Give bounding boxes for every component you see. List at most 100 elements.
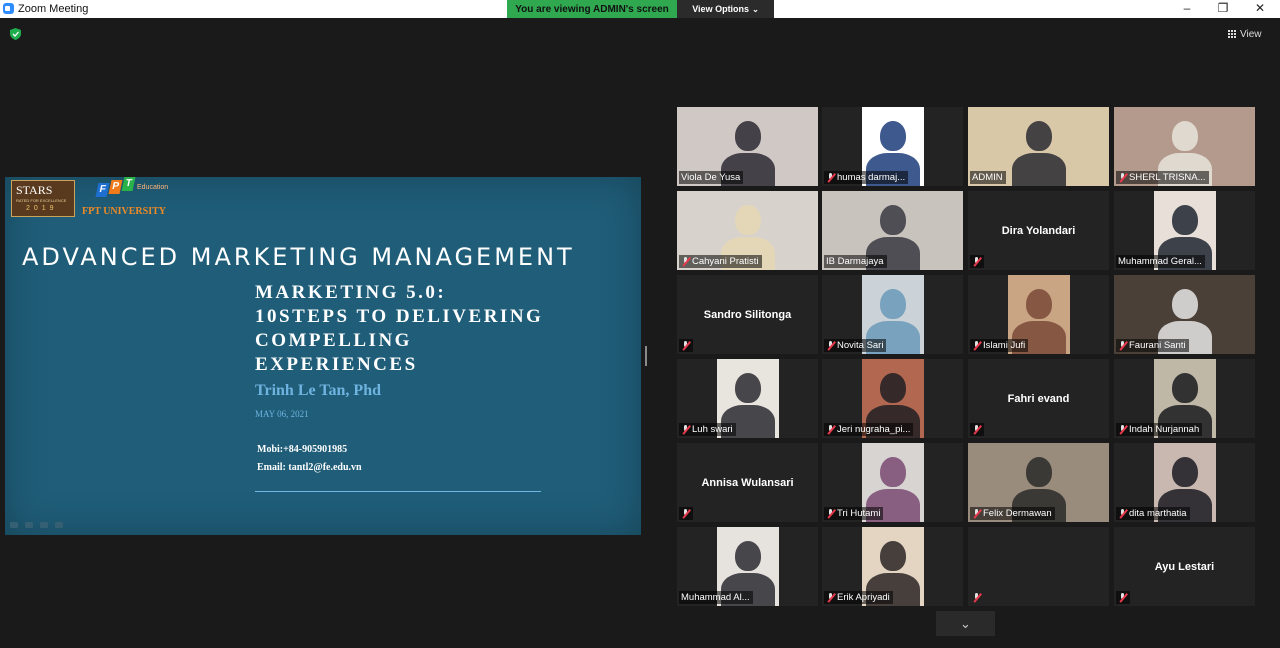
participant-tile[interactable]: Islami Jufi (968, 275, 1109, 354)
participant-name: Faurani Santi (1129, 340, 1186, 351)
participant-tile[interactable]: SHERL TRISNA... (1114, 107, 1255, 186)
slide-toolbar[interactable] (10, 522, 63, 528)
gallery-view-button[interactable]: View (1228, 25, 1274, 43)
participant-name-center: Ayu Lestari (1154, 560, 1215, 573)
participant-name-label: dita marthatia (1116, 507, 1190, 520)
person-silhouette-head (1171, 373, 1198, 403)
muted-mic-icon (681, 424, 690, 435)
participant-name: Viola De Yusa (681, 172, 741, 183)
muted-mic-icon (826, 424, 835, 435)
participant-name: ADMIN (972, 172, 1003, 183)
participant-tile[interactable]: Luh swari (677, 359, 818, 438)
slide-date: MAY 06, 2021 (255, 409, 309, 419)
slide-divider-line (255, 491, 541, 492)
participant-tile[interactable]: Fahri evand (968, 359, 1109, 438)
split-view-drag-handle[interactable] (645, 346, 647, 366)
muted-mic-icon (681, 256, 690, 267)
participant-tile[interactable]: Ayu Lestari (1114, 527, 1255, 606)
participant-name-label: Muhammad Al... (679, 591, 753, 604)
muted-mic-icon (972, 256, 981, 267)
pen-icon[interactable] (25, 522, 33, 528)
slide-title: ADVANCED MARKETING MANAGEMENT (22, 243, 575, 271)
close-icon[interactable]: ✕ (1245, 1, 1275, 15)
minimize-icon[interactable]: – (1172, 1, 1202, 15)
participant-name: dita marthatia (1129, 508, 1187, 519)
next-slide-icon[interactable] (55, 522, 63, 528)
subtitle-line: MARKETING 5.0: (255, 282, 447, 303)
participant-name-label (679, 339, 693, 352)
grid-icon (1228, 30, 1236, 38)
participant-tile[interactable]: Tri Hutami (822, 443, 963, 522)
person-silhouette-head (734, 121, 761, 151)
participant-name-label: humas darmaj... (824, 171, 909, 184)
participant-tile[interactable]: Novita Sari (822, 275, 963, 354)
participant-name-center: Annisa Wulansari (701, 476, 794, 489)
muted-mic-icon (972, 340, 981, 351)
stars-logo-year: 2019 (26, 205, 58, 212)
participant-name-center: Dira Yolandari (1001, 224, 1076, 237)
participant-name-label (970, 591, 984, 604)
chevron-down-icon: ⌄ (752, 4, 759, 14)
participant-name: Erik Apriyadi (837, 592, 890, 603)
participant-tile[interactable]: Viola De Yusa (677, 107, 818, 186)
participant-name-label: Indah Nurjannah (1116, 423, 1203, 436)
participant-name-label: Erik Apriyadi (824, 591, 893, 604)
viewing-screen-banner: You are viewing ADMIN's screen (507, 0, 677, 18)
fpt-letter-f: F (95, 183, 110, 197)
security-shield-icon[interactable] (10, 28, 21, 40)
person-silhouette-head (1025, 457, 1052, 487)
participant-name-label (970, 423, 984, 436)
participant-tile[interactable] (968, 527, 1109, 606)
person-silhouette-body (1011, 153, 1066, 186)
participant-tile[interactable]: IB Darmajaya (822, 191, 963, 270)
person-silhouette-head (1171, 289, 1198, 319)
view-button-label: View (1240, 28, 1262, 40)
participant-tile[interactable]: Cahyani Pratisti (677, 191, 818, 270)
participant-tile[interactable]: Muhammad Geral... (1114, 191, 1255, 270)
show-toolbar-button[interactable]: ⌄ (936, 611, 995, 636)
participant-tile[interactable]: Erik Apriyadi (822, 527, 963, 606)
person-silhouette-head (1171, 205, 1198, 235)
participant-tile[interactable]: Sandro Silitonga (677, 275, 818, 354)
muted-mic-icon (1118, 172, 1127, 183)
muted-mic-icon (826, 172, 835, 183)
participant-tile[interactable]: ADMIN (968, 107, 1109, 186)
participant-tile[interactable]: Jeri nugraha_pi... (822, 359, 963, 438)
participant-tile[interactable]: Annisa Wulansari (677, 443, 818, 522)
participant-tile[interactable]: Indah Nurjannah (1114, 359, 1255, 438)
muted-mic-icon (681, 508, 690, 519)
slide-email: Email: tantl2@fe.edu.vn (257, 462, 362, 473)
previous-slide-icon[interactable] (10, 522, 18, 528)
person-silhouette-head (1025, 121, 1052, 151)
window-title: Zoom Meeting (18, 3, 89, 15)
participant-tile[interactable]: dita marthatia (1114, 443, 1255, 522)
person-silhouette-head (734, 541, 761, 571)
muted-mic-icon (972, 508, 981, 519)
slide-subtitle: MARKETING 5.0: 10STEPS TO DELIVERING COM… (255, 281, 595, 377)
person-silhouette-head (879, 121, 906, 151)
participant-name: Cahyani Pratisti (692, 256, 759, 267)
person-silhouette-head (879, 373, 906, 403)
participant-name: Felix Dermawan (983, 508, 1052, 519)
participant-tile[interactable]: Faurani Santi (1114, 275, 1255, 354)
person-silhouette-head (1171, 457, 1198, 487)
subtitle-line: 10STEPS TO DELIVERING (255, 306, 544, 327)
participant-name-label: Muhammad Geral... (1116, 255, 1205, 268)
participant-tile[interactable]: Dira Yolandari (968, 191, 1109, 270)
participant-tile[interactable]: humas darmaj... (822, 107, 963, 186)
person-silhouette-head (734, 373, 761, 403)
participant-name-label: Cahyani Pratisti (679, 255, 762, 268)
muted-mic-icon (681, 340, 690, 351)
participant-tile[interactable]: Muhammad Al... (677, 527, 818, 606)
participant-tile[interactable]: Felix Dermawan (968, 443, 1109, 522)
participant-name: Muhammad Geral... (1118, 256, 1202, 267)
person-silhouette-head (1025, 289, 1052, 319)
slides-menu-icon[interactable] (40, 522, 48, 528)
stars-logo-tagline: RATED FOR EXCELLENCE (16, 198, 67, 203)
maximize-icon[interactable]: ❐ (1208, 1, 1238, 15)
view-options-label: View Options (692, 4, 750, 14)
participant-name-label: SHERL TRISNA... (1116, 171, 1209, 184)
participant-name-label: ADMIN (970, 171, 1006, 184)
participant-name: Muhammad Al... (681, 592, 750, 603)
view-options-button[interactable]: View Options ⌄ (677, 0, 774, 18)
